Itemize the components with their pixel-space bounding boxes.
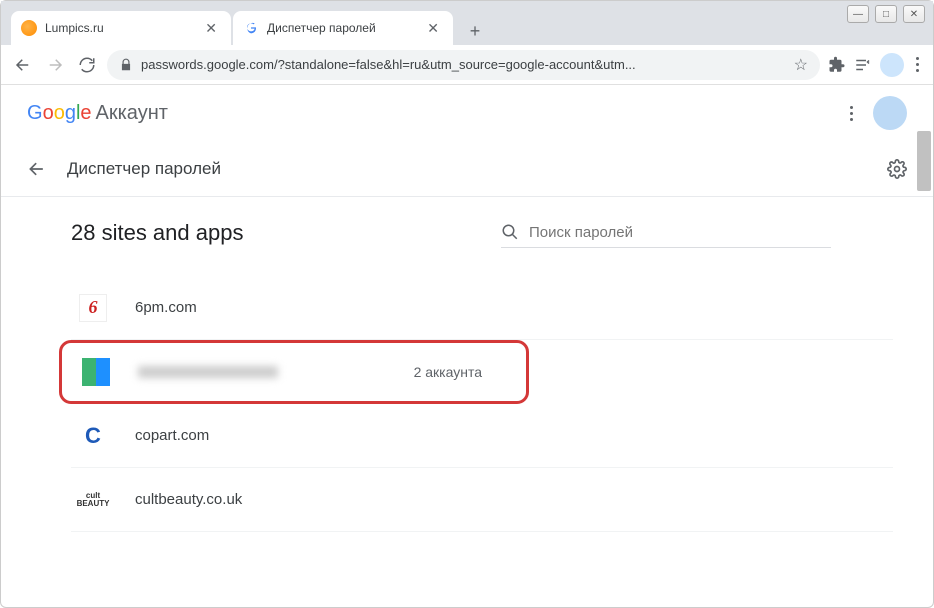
url-text: passwords.google.com/?standalone=false&h… [141,57,786,72]
account-avatar[interactable] [873,96,907,130]
settings-gear-icon[interactable] [887,159,907,179]
address-bar[interactable]: passwords.google.com/?standalone=false&h… [107,50,820,80]
highlighted-site-row: 2 аккаунта [59,340,529,404]
close-tab-icon[interactable]: ✕ [423,20,443,37]
site-icon: cultBEAUTY [79,486,107,514]
search-row: 28 sites and apps [71,217,893,248]
favicon-google [243,20,259,36]
tab-lumpics[interactable]: Lumpics.ru ✕ [11,11,231,45]
account-count: 2 аккаунта [414,364,482,380]
search-icon [501,223,519,241]
tab-password-manager[interactable]: Диспетчер паролей ✕ [233,11,453,45]
pm-back-button[interactable] [27,159,47,179]
pm-title: Диспетчер паролей [67,159,887,179]
password-manager-header: Диспетчер паролей [1,141,933,197]
site-name: copart.com [135,427,209,444]
profile-avatar[interactable] [880,53,904,77]
chrome-menu-button[interactable] [912,53,923,76]
google-logo: Google [27,102,92,125]
lock-icon [119,58,133,72]
minimize-button[interactable]: — [847,5,869,23]
maximize-button[interactable]: □ [875,5,897,23]
account-menu-button[interactable] [846,102,857,125]
close-window-button[interactable]: ✕ [903,5,925,23]
site-name-blurred [138,366,278,378]
search-box[interactable] [501,217,831,248]
site-name: cultbeauty.co.uk [135,491,242,508]
tab-title: Диспетчер паролей [267,21,423,35]
site-icon [82,358,110,386]
close-tab-icon[interactable]: ✕ [201,20,221,37]
site-row-blurred[interactable]: 2 аккаунта [62,343,526,401]
extensions-icon[interactable] [828,56,846,74]
forward-button[interactable] [43,53,67,77]
password-list-content: 28 sites and apps 6 6pm.com 2 аккаунта C… [1,197,933,532]
site-icon: 6 [79,294,107,322]
scrollbar-thumb[interactable] [917,131,931,191]
site-row-cultbeauty[interactable]: cultBEAUTY cultbeauty.co.uk [71,468,893,532]
back-button[interactable] [11,53,35,77]
tab-strip: Lumpics.ru ✕ Диспетчер паролей ✕ + [1,1,933,45]
sites-count-label: 28 sites and apps [71,220,501,246]
site-row-6pm[interactable]: 6 6pm.com [71,276,893,340]
google-account-header: Google Аккаунт [1,85,933,141]
favicon-lumpics [21,20,37,36]
new-tab-button[interactable]: + [461,17,489,45]
account-label: Аккаунт [96,102,168,125]
tab-title: Lumpics.ru [45,21,201,35]
search-input[interactable] [529,224,831,241]
site-name: 6pm.com [135,299,197,316]
star-icon[interactable]: ☆ [794,55,808,75]
reading-list-icon[interactable] [854,56,872,74]
window-controls: — □ ✕ [847,5,925,23]
browser-toolbar: passwords.google.com/?standalone=false&h… [1,45,933,85]
site-icon: C [79,422,107,450]
site-row-copart[interactable]: C copart.com [71,404,893,468]
reload-button[interactable] [75,53,99,77]
